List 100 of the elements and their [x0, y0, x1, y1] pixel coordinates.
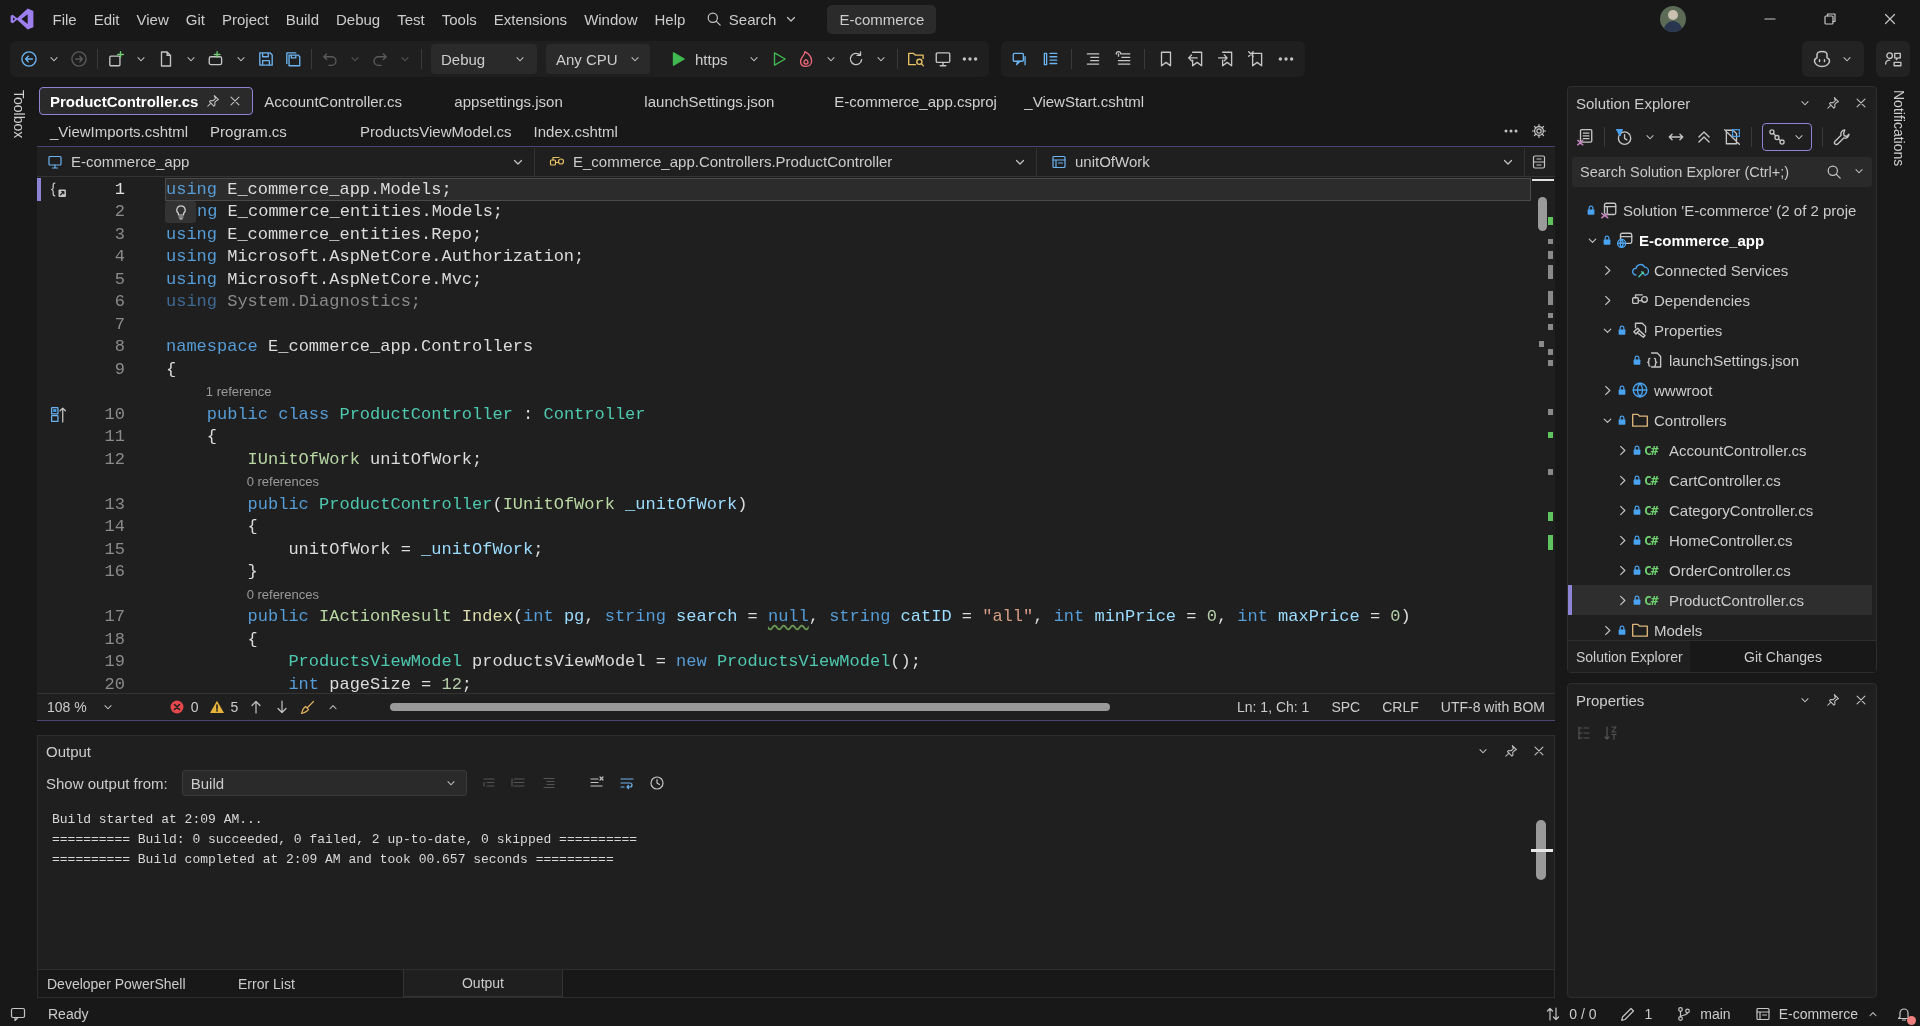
- reference-count-link[interactable]: 0 references: [246, 586, 319, 602]
- reference-count-link[interactable]: 1 reference: [205, 384, 272, 400]
- clear-bookmarks-icon[interactable]: [1246, 50, 1265, 68]
- close-icon[interactable]: [1532, 744, 1546, 758]
- platform-dropdown[interactable]: Any CPU: [546, 44, 650, 74]
- code-cleanup-icon[interactable]: [300, 699, 317, 715]
- restore-icon[interactable]: [1822, 11, 1838, 27]
- comment-icon[interactable]: [1010, 50, 1029, 68]
- window-icon[interactable]: [933, 50, 952, 68]
- notifications-tab[interactable]: Notifications: [1890, 90, 1907, 1002]
- reference-count-link[interactable]: 0 references: [246, 474, 319, 490]
- configuration-dropdown[interactable]: Debug: [431, 44, 537, 74]
- menu-item[interactable]: Help: [646, 4, 694, 34]
- document-tab[interactable]: appsettings.json: [443, 87, 634, 115]
- sync-status[interactable]: 0 / 0: [1537, 1006, 1605, 1022]
- menu-item[interactable]: Debug: [327, 4, 389, 34]
- redo-icon[interactable]: [371, 50, 389, 68]
- tree-item[interactable]: C# CategoryController.cs: [1568, 495, 1872, 525]
- word-wrap-icon[interactable]: [618, 775, 635, 791]
- tree-item[interactable]: Solution 'E-commerce' (2 of 2 proje: [1568, 195, 1872, 225]
- tree-item[interactable]: E-commerce_app: [1568, 225, 1872, 255]
- tree-item[interactable]: Connected Services: [1568, 255, 1872, 285]
- back-icon[interactable]: [20, 50, 38, 68]
- lightbulb-button[interactable]: [165, 200, 196, 223]
- previous-bookmark-icon[interactable]: [1186, 50, 1205, 68]
- document-tab[interactable]: Program.cs: [199, 117, 350, 145]
- start-debugging-button[interactable]: https: [659, 44, 738, 74]
- menu-item[interactable]: Extensions: [485, 4, 576, 34]
- indent-icon[interactable]: [1113, 50, 1132, 68]
- search-field[interactable]: Search Solution Explorer (Ctrl+;): [1572, 157, 1872, 187]
- close-icon[interactable]: [1854, 693, 1868, 707]
- settings-icon[interactable]: [1531, 123, 1547, 139]
- cursor-position[interactable]: Ln: 1, Ch: 1: [1231, 699, 1316, 715]
- warning-count[interactable]: 5: [208, 699, 239, 715]
- snippet-icon[interactable]: [49, 180, 67, 198]
- menu-item[interactable]: Test: [388, 4, 434, 34]
- horizontal-scrollbar[interactable]: [390, 703, 1111, 711]
- new-project-icon[interactable]: [107, 50, 125, 68]
- tree-item[interactable]: wwwroot: [1568, 375, 1872, 405]
- line-endings[interactable]: CRLF: [1376, 699, 1425, 715]
- document-tab[interactable]: launchSettings.json: [633, 87, 824, 115]
- split-editor-icon[interactable]: [1531, 153, 1547, 170]
- save-icon[interactable]: [257, 50, 275, 68]
- tree-item[interactable]: C# AccountController.cs: [1568, 435, 1872, 465]
- avatar[interactable]: [1660, 6, 1686, 32]
- tree-item[interactable]: launchSettings.json: [1568, 345, 1872, 375]
- tree-item[interactable]: Properties: [1568, 315, 1872, 345]
- git-view-button[interactable]: [1762, 123, 1812, 151]
- encoding[interactable]: UTF-8 with BOM: [1434, 699, 1551, 715]
- document-tab[interactable]: Index.cshtml: [522, 117, 673, 145]
- switch-views-icon[interactable]: [1576, 128, 1594, 146]
- document-tab[interactable]: _ViewStart.cshtml: [1013, 87, 1204, 115]
- tree-item[interactable]: Controllers: [1568, 405, 1872, 435]
- tree-item[interactable]: C# ProductController.cs: [1568, 585, 1872, 615]
- menu-item[interactable]: File: [44, 4, 86, 34]
- tree-item[interactable]: Dependencies: [1568, 285, 1872, 315]
- save-all-icon[interactable]: [284, 50, 302, 68]
- menu-item[interactable]: Project: [213, 4, 278, 34]
- document-tab[interactable]: _ViewImports.cshtml: [39, 117, 200, 145]
- menu-item[interactable]: Git: [177, 4, 214, 34]
- timestamp-icon[interactable]: [648, 775, 665, 791]
- close-icon[interactable]: [1854, 96, 1868, 110]
- panel-tab[interactable]: Error List: [198, 970, 403, 997]
- properties-icon[interactable]: [1833, 128, 1851, 146]
- live-share-icon[interactable]: [1884, 50, 1902, 68]
- menu-item[interactable]: Window: [575, 4, 646, 34]
- output-source-dropdown[interactable]: Build: [181, 770, 467, 796]
- pin-icon[interactable]: [206, 94, 221, 108]
- document-tab[interactable]: ProductsViewModel.cs: [349, 117, 523, 145]
- panel-tab[interactable]: Output: [403, 970, 563, 997]
- undo-icon[interactable]: [321, 50, 339, 68]
- tree-item[interactable]: C# OrderController.cs: [1568, 555, 1872, 585]
- tree-item[interactable]: C# HomeController.cs: [1568, 525, 1872, 555]
- tree-item[interactable]: Models: [1568, 615, 1872, 640]
- copilot-icon[interactable]: [1812, 49, 1832, 69]
- menu-item[interactable]: View: [128, 4, 178, 34]
- panel-tab[interactable]: Developer PowerShell: [38, 970, 198, 997]
- pending-changes-status[interactable]: 1: [1612, 1006, 1661, 1022]
- zoom-dropdown[interactable]: 108 %: [43, 699, 119, 715]
- close-icon[interactable]: [1882, 11, 1898, 27]
- document-tab[interactable]: ProductController.cs: [39, 87, 254, 115]
- branch-status[interactable]: main: [1668, 1006, 1739, 1022]
- search-button[interactable]: Search: [697, 4, 808, 34]
- error-count[interactable]: 0: [168, 699, 199, 715]
- toolbox-tab[interactable]: Toolbox: [10, 90, 27, 1002]
- output-window-icon[interactable]: [10, 1006, 26, 1022]
- document-tab[interactable]: E-commerce_app.csproj: [823, 87, 1014, 115]
- show-all-files-icon[interactable]: [1723, 128, 1741, 146]
- whitespace-mode[interactable]: SPC: [1325, 699, 1367, 715]
- pin-icon[interactable]: [1826, 96, 1840, 110]
- menu-item[interactable]: Build: [277, 4, 328, 34]
- pin-icon[interactable]: [1826, 693, 1840, 707]
- menu-item[interactable]: Edit: [85, 4, 129, 34]
- pin-icon[interactable]: [1504, 744, 1518, 758]
- repository-status[interactable]: E-commerce: [1746, 1006, 1888, 1022]
- next-bookmark-icon[interactable]: [1216, 50, 1235, 68]
- document-tab[interactable]: AccountController.cs: [253, 87, 444, 115]
- menu-item[interactable]: Tools: [433, 4, 486, 34]
- inheritance-icon[interactable]: [49, 405, 67, 423]
- panel-tab[interactable]: Git Changes: [1690, 641, 1876, 672]
